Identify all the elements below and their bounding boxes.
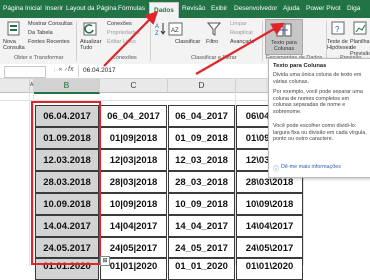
- tooltip-title: Texto para Colunas: [273, 63, 327, 69]
- tooltip-more-info-link[interactable]: Dê-me mais informações: [281, 164, 367, 171]
- tooltip-paragraph-3: Você pode escolher como dividi-lo: largu…: [273, 123, 367, 143]
- texto-para-colunas-tooltip: Texto para Colunas Divida uma única colu…: [268, 58, 370, 178]
- arrow-to-dados-tab: [103, 10, 159, 67]
- help-icon: ⓘ: [273, 167, 280, 173]
- tooltip-paragraph-2: Por exemplo, você pode separar uma colun…: [273, 89, 363, 115]
- tooltip-paragraph-1: Divida uma única coluna de texto em vári…: [273, 72, 362, 85]
